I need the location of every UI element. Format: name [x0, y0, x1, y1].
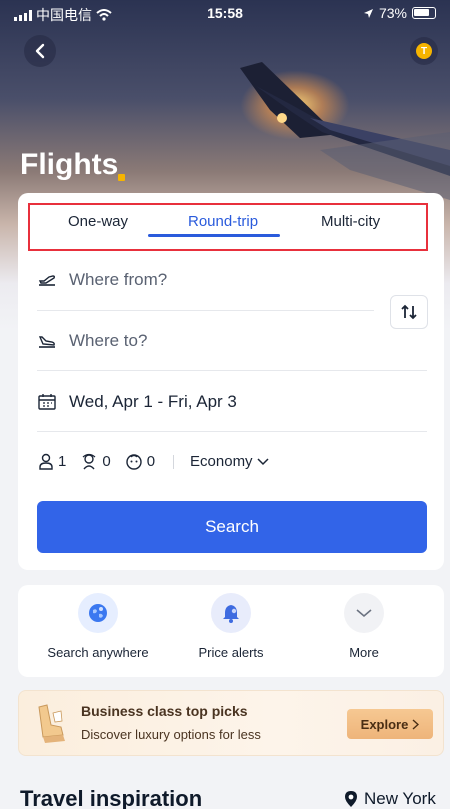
avatar-initial: T — [416, 43, 432, 59]
origin-field[interactable]: Where from? — [37, 270, 167, 290]
more-action[interactable]: More — [304, 593, 424, 660]
adults-count[interactable]: 1 — [38, 453, 66, 470]
battery-percent: 73% — [378, 5, 407, 21]
infants-value: 0 — [146, 453, 156, 470]
quick-actions: Search anywhere Price alerts More — [18, 585, 444, 677]
chevron-down-icon — [344, 593, 384, 633]
origin-placeholder: Where from? — [69, 270, 168, 289]
seat-icon — [38, 704, 65, 743]
children-count[interactable]: 0 — [80, 453, 111, 470]
cabin-class-value: Economy — [190, 453, 253, 470]
globe-icon — [78, 593, 118, 633]
battery-icon — [412, 7, 436, 19]
title-accent-dot — [118, 174, 125, 181]
calendar-icon — [38, 394, 56, 410]
adults-value: 1 — [58, 453, 67, 470]
explore-label: Explore — [360, 716, 409, 732]
price-alerts-action[interactable]: Price alerts — [171, 593, 291, 660]
passenger-selector[interactable]: 1 0 0 Economy — [38, 453, 283, 470]
destination-field[interactable]: Where to? — [37, 331, 147, 351]
landing-icon — [38, 336, 55, 348]
children-value: 0 — [102, 453, 111, 470]
trip-type-tabs: One-way Round-trip Multi-city — [28, 203, 428, 251]
status-bar: 中国电信 15:58 73% — [0, 0, 450, 24]
price-alerts-label: Price alerts — [198, 645, 264, 660]
adult-icon — [39, 453, 53, 470]
bell-icon — [211, 593, 251, 633]
destination-placeholder: Where to? — [69, 331, 148, 350]
active-tab-indicator — [148, 234, 280, 237]
location-selector[interactable]: New York — [344, 789, 436, 809]
promo-title: Business class top picks — [81, 703, 248, 719]
date-field[interactable]: Wed, Apr 1 - Fri, Apr 3 — [37, 392, 237, 412]
search-button[interactable]: Search — [37, 501, 427, 553]
child-icon — [82, 453, 96, 470]
section-title: Travel inspiration — [20, 786, 203, 809]
tab-one-way[interactable]: One-way — [68, 213, 128, 230]
avatar-button[interactable]: T — [410, 37, 438, 65]
infant-icon — [125, 454, 142, 470]
tab-multi-city[interactable]: Multi-city — [321, 213, 380, 230]
date-range: Wed, Apr 1 - Fri, Apr 3 — [69, 392, 237, 411]
swap-locations-button[interactable] — [390, 295, 428, 329]
infants-count[interactable]: 0 — [125, 453, 155, 470]
location-label: New York — [364, 789, 436, 808]
map-pin-icon — [345, 791, 357, 807]
more-label: More — [349, 645, 379, 660]
cabin-class-dropdown[interactable]: Economy — [190, 453, 269, 470]
explore-button[interactable]: Explore — [347, 709, 433, 739]
divider — [37, 310, 374, 311]
chevron-right-icon — [412, 718, 420, 730]
page-title: Flights — [20, 148, 119, 181]
divider — [37, 370, 427, 371]
business-class-promo[interactable]: Business class top picks Discover luxury… — [18, 690, 444, 756]
chevron-down-icon — [257, 457, 269, 465]
location-arrow-icon — [363, 8, 373, 18]
back-button[interactable] — [24, 35, 56, 67]
swap-arrows-icon — [401, 304, 417, 320]
divider — [37, 431, 427, 432]
tab-round-trip[interactable]: Round-trip — [188, 213, 258, 230]
search-anywhere-label: Search anywhere — [47, 645, 149, 660]
chevron-left-icon — [35, 43, 45, 59]
takeoff-icon — [38, 275, 56, 286]
search-anywhere-action[interactable]: Search anywhere — [38, 593, 158, 660]
promo-subtitle: Discover luxury options for less — [81, 727, 261, 742]
divider — [173, 454, 175, 469]
